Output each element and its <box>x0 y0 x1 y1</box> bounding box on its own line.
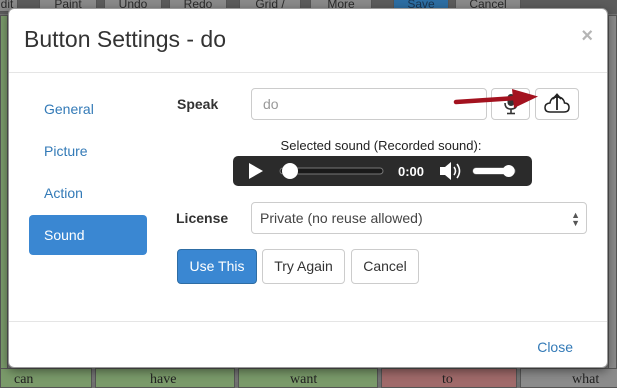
license-label: License <box>176 210 229 226</box>
nav-item-picture[interactable]: Picture <box>29 131 147 171</box>
board-word: want <box>290 372 318 387</box>
license-select[interactable]: Private (no reuse allowed) ▲ ▼ <box>251 202 587 234</box>
board-cell <box>608 15 617 370</box>
cloud-upload-icon <box>544 93 570 113</box>
license-selected-value: Private (no reuse allowed) <box>260 210 423 226</box>
settings-nav: General Picture Action Sound <box>29 89 147 257</box>
volume-handle[interactable] <box>502 165 515 177</box>
audio-player: 0:00 <box>233 156 532 186</box>
button-settings-dialog: Button Settings - do × General Picture A… <box>8 8 608 368</box>
dialog-footer: Close <box>9 321 607 369</box>
try-again-button[interactable]: Try Again <box>262 249 345 284</box>
nav-item-general[interactable]: General <box>29 89 147 129</box>
progress-handle[interactable] <box>282 163 298 179</box>
use-this-button[interactable]: Use This <box>177 249 257 284</box>
nav-item-action[interactable]: Action <box>29 173 147 213</box>
close-button[interactable]: Close <box>537 339 573 355</box>
board-cell <box>0 15 8 370</box>
board-word: can <box>14 372 34 387</box>
cancel-button[interactable]: Cancel <box>351 249 419 284</box>
board-word: what <box>572 372 600 387</box>
annotation-arrow <box>453 89 538 108</box>
time-display: 0:00 <box>398 164 424 179</box>
board-word: to <box>442 372 453 387</box>
select-arrows-icon: ▲ ▼ <box>571 210 580 228</box>
dialog-title: Button Settings - do <box>24 26 227 52</box>
nav-item-sound[interactable]: Sound <box>29 215 147 255</box>
play-icon[interactable] <box>249 163 263 179</box>
board-cell <box>520 368 617 388</box>
close-icon[interactable]: × <box>581 25 593 48</box>
speak-label: Speak <box>177 96 219 112</box>
dialog-header: Button Settings - do × <box>9 9 607 73</box>
volume-icon[interactable] <box>440 162 461 180</box>
board-word: have <box>150 372 177 387</box>
selected-sound-caption: Selected sound (Recorded sound): <box>280 138 482 153</box>
